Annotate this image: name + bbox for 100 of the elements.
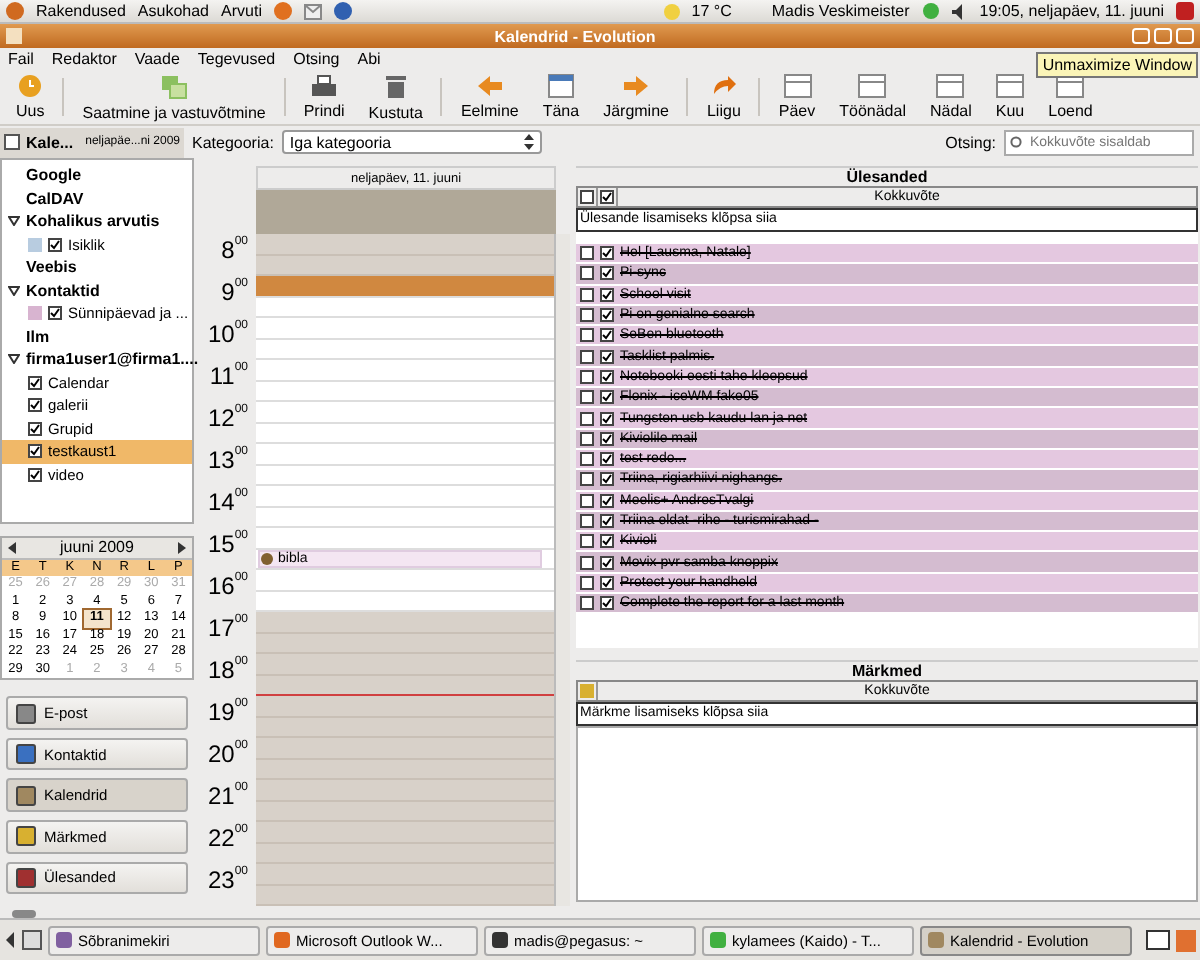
close-button[interactable] — [1176, 28, 1194, 44]
expander-icon[interactable] — [8, 216, 20, 227]
menu-item[interactable]: Fail — [8, 50, 34, 68]
toolbar-button[interactable]: Prindi — [291, 70, 357, 124]
source-group[interactable]: CalDAV — [2, 187, 192, 210]
prev-month-icon[interactable] — [8, 541, 16, 554]
checkbox[interactable] — [579, 328, 593, 343]
toolbar-button[interactable]: Kuu — [983, 70, 1037, 124]
panel-menu[interactable]: Asukohad — [137, 2, 210, 20]
checkbox[interactable] — [28, 467, 42, 482]
panel-menu[interactable]: Rakendused — [36, 2, 126, 20]
maximize-button[interactable] — [1154, 28, 1172, 44]
envelope-icon[interactable] — [303, 3, 322, 19]
checkbox[interactable] — [599, 596, 613, 611]
source-group[interactable]: firma1user1@firma1.... — [2, 348, 192, 371]
checkbox[interactable] — [579, 349, 593, 364]
clock[interactable]: 19:05, neljapäev, 11. juuni — [979, 2, 1164, 20]
checkbox[interactable] — [28, 444, 42, 459]
checkbox[interactable] — [579, 287, 593, 302]
globe-icon[interactable] — [273, 2, 292, 20]
toolbar-button[interactable]: Kustuta — [356, 70, 435, 124]
checkbox[interactable] — [599, 555, 613, 570]
checkbox[interactable] — [28, 421, 42, 436]
expander-icon[interactable] — [8, 285, 20, 296]
menu-item[interactable]: Vaade — [134, 50, 180, 68]
checkbox[interactable] — [599, 411, 613, 426]
checkbox[interactable] — [599, 287, 613, 302]
checkbox[interactable] — [599, 246, 613, 261]
checkbox[interactable] — [579, 514, 593, 528]
toolbar-button[interactable]: Uus — [4, 70, 57, 124]
calendar-view-icon — [783, 74, 811, 98]
checkbox[interactable] — [579, 390, 593, 405]
grip-icon[interactable] — [12, 910, 36, 918]
checkbox[interactable] — [579, 431, 593, 446]
checkbox[interactable] — [599, 534, 613, 549]
panel-menu[interactable]: Arvuti — [221, 2, 262, 20]
checkbox[interactable] — [599, 493, 613, 508]
toolbar-button[interactable]: Töönädal — [827, 70, 918, 124]
checkbox[interactable] — [28, 375, 42, 390]
checkbox[interactable] — [579, 452, 593, 467]
checkbox[interactable] — [599, 328, 613, 343]
checkbox[interactable] — [579, 266, 593, 281]
menu-item[interactable]: Tegevused — [197, 50, 276, 68]
toolbar-button[interactable]: Saatmine ja vastuvõtmine — [70, 70, 278, 124]
toolbar-button[interactable]: Päev — [766, 70, 828, 124]
checkbox[interactable] — [579, 575, 593, 590]
checkbox[interactable] — [599, 575, 613, 590]
checkbox[interactable] — [28, 398, 42, 413]
toolbar-button[interactable]: Liigu — [694, 70, 753, 124]
checkbox[interactable] — [599, 308, 613, 323]
source-group[interactable]: Veebis — [2, 256, 192, 279]
next-month-icon[interactable] — [177, 541, 186, 554]
checkbox[interactable] — [599, 369, 613, 384]
power-icon[interactable] — [1176, 2, 1194, 20]
checkbox[interactable] — [599, 266, 613, 281]
checkbox[interactable] — [48, 237, 62, 252]
clock-icon — [18, 74, 43, 98]
checkbox[interactable] — [599, 349, 613, 364]
ubuntu-logo-icon[interactable] — [6, 2, 24, 20]
checkbox[interactable] — [579, 369, 593, 384]
checkbox[interactable] — [48, 306, 62, 321]
checkbox[interactable] — [579, 246, 593, 261]
checkbox[interactable] — [579, 534, 593, 549]
menu-item[interactable]: Redaktor — [51, 50, 117, 68]
toolbar-button[interactable]: Eelmine — [448, 70, 531, 124]
month-label: juuni 2009 — [60, 538, 134, 557]
checkbox[interactable] — [599, 514, 613, 528]
toolbar-button[interactable]: Nädal — [917, 70, 984, 124]
workspace-icon[interactable] — [1146, 930, 1170, 950]
show-desktop-icon[interactable] — [22, 930, 42, 950]
checkbox[interactable] — [599, 452, 613, 467]
scrollbar[interactable] — [554, 234, 570, 906]
scroll-left-icon[interactable] — [4, 928, 16, 952]
checkbox[interactable] — [599, 472, 613, 487]
checkbox[interactable] — [579, 472, 593, 487]
source-group[interactable]: Kohalikus arvutis — [2, 210, 192, 233]
checkbox[interactable] — [579, 493, 593, 508]
minimize-button[interactable] — [1132, 28, 1150, 44]
expander-icon[interactable] — [8, 354, 20, 365]
checkbox[interactable] — [599, 431, 613, 446]
checkbox[interactable] — [579, 555, 593, 570]
time-slot[interactable] — [256, 675, 554, 696]
source-group[interactable]: Ilm — [2, 325, 192, 348]
user-name[interactable]: Madis Veskimeister — [771, 2, 910, 20]
menu-item[interactable]: Abi — [357, 50, 381, 68]
checkbox[interactable] — [579, 596, 593, 611]
toolbar-button[interactable]: Täna — [530, 70, 592, 124]
checkbox[interactable] — [579, 308, 593, 323]
checkbox[interactable] — [599, 390, 613, 405]
search-icon — [1010, 135, 1024, 149]
checkbox[interactable] — [579, 411, 593, 426]
toolbar-button[interactable]: Järgmine — [591, 70, 681, 124]
category-dropdown[interactable]: Iga kategooria — [281, 130, 542, 154]
weather-temperature[interactable]: 17 °C — [691, 2, 732, 20]
envelopes-icon — [160, 73, 189, 99]
speaker-icon[interactable] — [951, 3, 968, 19]
help-icon[interactable] — [333, 2, 352, 20]
source-group[interactable]: Kontaktid — [2, 279, 192, 302]
source-group[interactable]: Google — [2, 164, 192, 187]
menu-item[interactable]: Otsing — [293, 50, 340, 68]
